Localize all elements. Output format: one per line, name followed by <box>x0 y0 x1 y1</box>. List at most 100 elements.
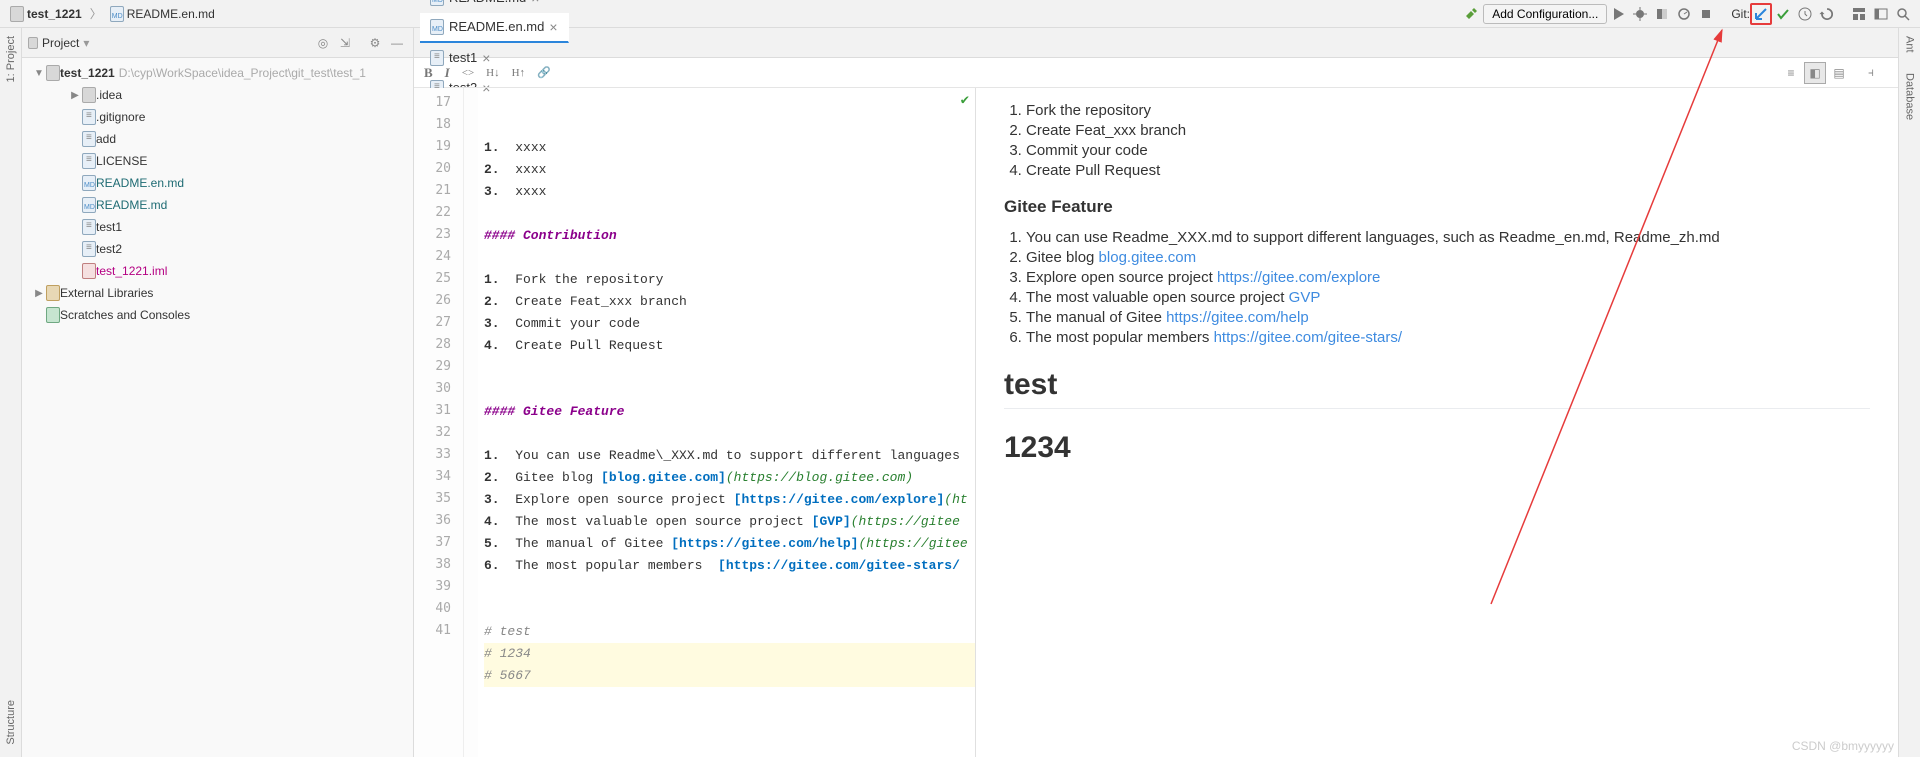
code-line[interactable]: 5. The manual of Gitee [https://gitee.co… <box>484 533 975 555</box>
breadcrumb-file[interactable]: README.en.md <box>106 4 219 24</box>
tree-item-label: test1 <box>96 220 122 234</box>
hammer-icon[interactable] <box>1461 3 1483 25</box>
tree-root[interactable]: ▼ test_1221 D:\cyp\WorkSpace\idea_Projec… <box>22 62 413 84</box>
preview-only-view[interactable]: ▤ <box>1828 62 1850 84</box>
git-history-button[interactable] <box>1794 3 1816 25</box>
code-line[interactable] <box>484 577 975 599</box>
split-view[interactable]: ◧ <box>1804 62 1826 84</box>
folder-icon <box>46 65 60 81</box>
select-opened-file-icon[interactable]: ◎ <box>313 33 333 53</box>
code-line[interactable] <box>484 247 975 269</box>
code-line[interactable]: 3. Explore open source project [https://… <box>484 489 975 511</box>
code-line[interactable]: 2. xxxx <box>484 159 975 181</box>
run-button[interactable] <box>1607 3 1629 25</box>
scratches-and-consoles[interactable]: Scratches and Consoles <box>22 304 413 326</box>
code-line[interactable]: 4. Create Pull Request <box>484 335 975 357</box>
project-panel-title-dropdown[interactable]: Project ▾ <box>28 36 309 50</box>
line-number: 27 <box>414 312 451 334</box>
code-editor-pane[interactable]: 1718192021222324252627282930313233343536… <box>414 88 976 757</box>
git-commit-button[interactable] <box>1772 3 1794 25</box>
preview-link[interactable]: blog.gitee.com <box>1099 249 1197 266</box>
git-revert-button[interactable] <box>1816 3 1838 25</box>
profiler-button[interactable] <box>1673 3 1695 25</box>
preview-link[interactable]: https://gitee.com/explore <box>1217 269 1380 286</box>
layout-settings[interactable]: ⫞ <box>1860 62 1882 84</box>
header-down-button[interactable]: H↓ <box>486 67 499 79</box>
stripe-project-tab[interactable]: 1: Project <box>5 36 17 82</box>
coverage-button[interactable] <box>1651 3 1673 25</box>
code-line[interactable] <box>484 423 975 445</box>
ide-settings-button[interactable] <box>1870 3 1892 25</box>
code-line[interactable]: 3. Commit your code <box>484 313 975 335</box>
code-line[interactable] <box>484 203 975 225</box>
line-number: 26 <box>414 290 451 312</box>
code-line[interactable]: # 5667 <box>484 665 975 687</box>
project-tree[interactable]: ▼ test_1221 D:\cyp\WorkSpace\idea_Projec… <box>22 58 413 757</box>
tree-item[interactable]: .gitignore <box>22 106 413 128</box>
stripe-ant-tab[interactable]: Ant <box>1904 36 1916 53</box>
tree-item[interactable]: test1 <box>22 216 413 238</box>
code-line[interactable] <box>484 379 975 401</box>
add-configuration-button[interactable]: Add Configuration... <box>1483 4 1607 24</box>
line-number: 30 <box>414 378 451 400</box>
code-line[interactable]: 3. xxxx <box>484 181 975 203</box>
tree-item[interactable]: LICENSE <box>22 150 413 172</box>
file-icon <box>82 197 96 213</box>
code-line[interactable]: # test <box>484 621 975 643</box>
1234-heading: 1234 <box>1004 431 1870 471</box>
preview-link[interactable]: https://gitee.com/gitee-stars/ <box>1214 329 1402 346</box>
gear-icon[interactable]: ⚙ <box>365 33 385 53</box>
stop-button[interactable] <box>1695 3 1717 25</box>
editor-tab[interactable]: README.en.md× <box>420 13 569 43</box>
code-block-button[interactable]: <> <box>462 67 474 79</box>
code-line[interactable]: 1. Fork the repository <box>484 269 975 291</box>
stripe-database-tab[interactable]: Database <box>1904 73 1916 120</box>
tree-item[interactable]: test2 <box>22 238 413 260</box>
tree-item[interactable]: add <box>22 128 413 150</box>
tree-item[interactable]: README.md <box>22 194 413 216</box>
file-icon <box>82 219 96 235</box>
project-panel-header: Project ▾ ◎ ⇲ ⚙ — <box>22 28 413 58</box>
close-icon[interactable]: × <box>531 0 539 6</box>
header-up-button[interactable]: H↑ <box>512 67 525 79</box>
code-line[interactable]: 2. Create Feat_xxx branch <box>484 291 975 313</box>
code-line[interactable]: 1. xxxx <box>484 137 975 159</box>
debug-button[interactable] <box>1629 3 1651 25</box>
code-line[interactable]: #### Gitee Feature <box>484 401 975 423</box>
top-toolbar: test_1221 〉 README.en.md Add Configurati… <box>0 0 1920 28</box>
project-structure-button[interactable] <box>1848 3 1870 25</box>
expand-all-icon[interactable]: ⇲ <box>335 33 355 53</box>
stripe-structure-tab[interactable]: Structure <box>5 700 17 745</box>
external-libraries[interactable]: ▶ External Libraries <box>22 282 413 304</box>
preview-link[interactable]: GVP <box>1289 289 1321 306</box>
line-number: 40 <box>414 598 451 620</box>
code-line[interactable]: # 1234 <box>484 643 975 665</box>
close-icon[interactable]: × <box>549 19 557 35</box>
code-line[interactable]: 6. The most popular members [https://git… <box>484 555 975 577</box>
hide-icon[interactable]: — <box>387 33 407 53</box>
bold-button[interactable]: B <box>424 65 433 81</box>
search-icon[interactable] <box>1892 3 1914 25</box>
tree-item[interactable]: ▶.idea <box>22 84 413 106</box>
code-line[interactable]: 4. The most valuable open source project… <box>484 511 975 533</box>
inspection-ok-icon[interactable]: ✔ <box>961 92 969 109</box>
code-line[interactable]: #### Contribution <box>484 225 975 247</box>
tree-item[interactable]: README.en.md <box>22 172 413 194</box>
preview-link[interactable]: https://gitee.com/help <box>1166 309 1309 326</box>
editor-only-view[interactable]: ≡ <box>1780 62 1802 84</box>
file-icon <box>82 131 96 147</box>
line-number: 19 <box>414 136 451 158</box>
code-line[interactable]: 1. You can use Readme\_XXX.md to support… <box>484 445 975 467</box>
link-button[interactable]: 🔗 <box>537 66 551 79</box>
git-update-button[interactable] <box>1750 3 1772 25</box>
breadcrumb-project[interactable]: test_1221 <box>6 4 86 24</box>
code-line[interactable] <box>484 599 975 621</box>
italic-button[interactable]: I <box>445 65 450 81</box>
editor-area: README.md×README.en.md×test1×test2× B I … <box>414 28 1898 757</box>
code-editor[interactable]: ✔ 1. xxxx2. xxxx3. xxxx #### Contribution… <box>478 88 975 757</box>
code-line[interactable]: 2. Gitee blog [blog.gitee.com](https://b… <box>484 467 975 489</box>
editor-tab[interactable]: README.md× <box>420 0 569 13</box>
line-number: 23 <box>414 224 451 246</box>
code-line[interactable] <box>484 357 975 379</box>
tree-item[interactable]: test_1221.iml <box>22 260 413 282</box>
